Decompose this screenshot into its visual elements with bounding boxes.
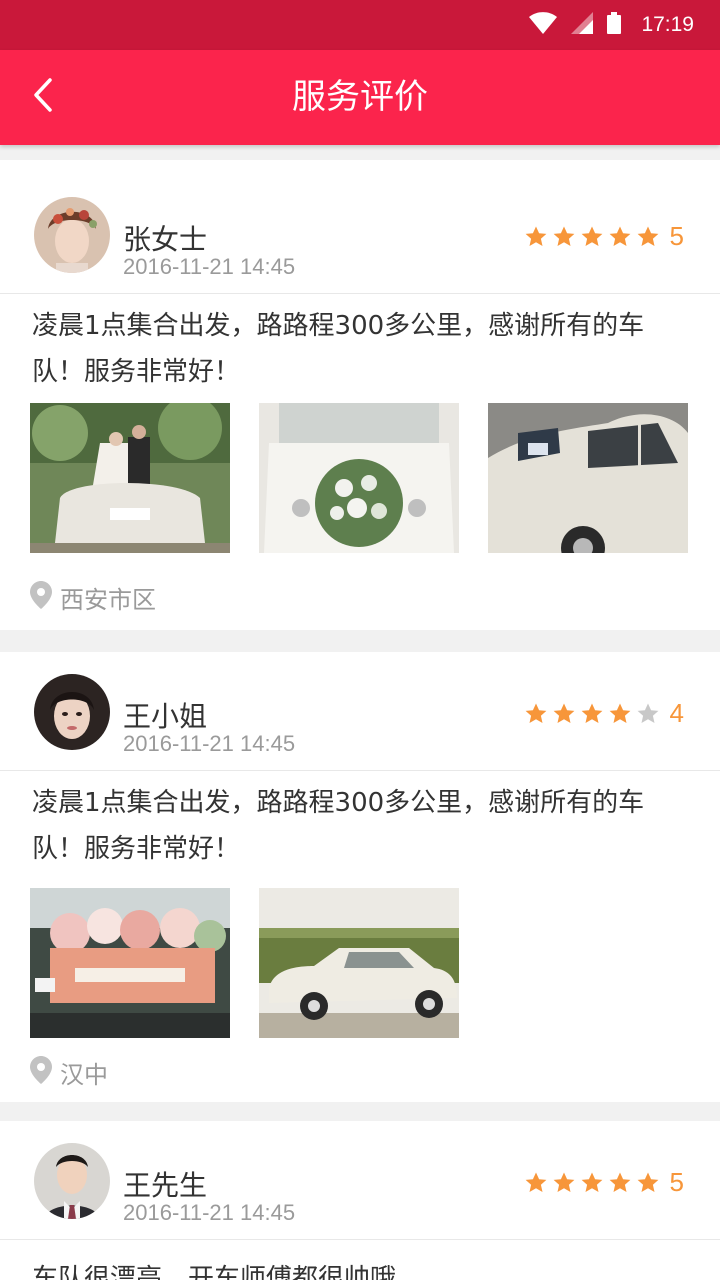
rating-value: 4: [669, 698, 684, 728]
user-name: 张女士: [123, 223, 208, 256]
location-text: 汉中: [60, 1061, 108, 1089]
review-time: 2016-11-21 14:45: [123, 1200, 296, 1225]
review-photo[interactable]: [259, 888, 459, 1038]
star-filled-icon: [581, 226, 602, 246]
review-header: 张女士 2016-11-21 14:45 5: [0, 160, 720, 294]
rating: 5: [524, 1167, 684, 1198]
star-filled-icon: [553, 703, 574, 723]
star-filled-icon: [637, 226, 658, 246]
star-filled-icon: [581, 1172, 602, 1192]
star-empty-icon: [637, 703, 658, 723]
star-filled-icon: [609, 703, 630, 723]
review-photos: [30, 403, 688, 553]
battery-icon: [607, 12, 622, 38]
avatar[interactable]: [34, 674, 110, 750]
review-text: 凌晨1点集合出发，路路程300多公里，感谢所有的车队！服务非常好！: [32, 788, 645, 864]
user-name: 王先生: [123, 1169, 208, 1202]
rating: 4: [524, 698, 684, 729]
star-filled-icon: [581, 703, 602, 723]
star-filled-icon: [553, 1172, 574, 1192]
status-bar: 17:19: [0, 0, 720, 50]
rating: 5: [524, 221, 684, 252]
wifi-icon: [529, 12, 558, 38]
star-filled-icon: [525, 226, 546, 246]
rating-stars: [524, 1171, 664, 1195]
status-time: 17:19: [641, 13, 694, 36]
rating-value: 5: [669, 221, 684, 251]
review-location: 西安市区: [30, 580, 156, 615]
star-filled-icon: [609, 1172, 630, 1192]
review-photo[interactable]: [259, 403, 459, 553]
location-pin-icon: [30, 1055, 52, 1090]
review-card: 张女士 2016-11-21 14:45 5 凌晨1点集合出发，路路程300多公…: [0, 160, 720, 630]
review-header: 王先生 2016-11-21 14:45 5: [0, 1121, 720, 1240]
back-button[interactable]: [18, 72, 68, 122]
star-filled-icon: [609, 226, 630, 246]
review-list[interactable]: 张女士 2016-11-21 14:45 5 凌晨1点集合出发，路路程300多公…: [0, 145, 720, 1280]
review-text: 凌晨1点集合出发，路路程300多公里，感谢所有的车队！服务非常好！: [32, 311, 645, 387]
avatar[interactable]: [34, 197, 110, 273]
user-name: 王小姐: [123, 700, 208, 733]
chevron-left-icon: [31, 77, 55, 117]
location-pin-icon: [30, 580, 52, 615]
review-card: 王先生 2016-11-21 14:45 5 车队很漂亮，开车师傅都很帅哦: [0, 1121, 720, 1280]
rating-value: 5: [669, 1167, 684, 1197]
review-photo[interactable]: [30, 888, 230, 1038]
avatar[interactable]: [34, 1143, 110, 1219]
star-filled-icon: [525, 703, 546, 723]
review-time: 2016-11-21 14:45: [123, 731, 296, 756]
star-filled-icon: [553, 226, 574, 246]
star-filled-icon: [637, 1172, 658, 1192]
rating-stars: [524, 225, 664, 249]
rating-stars: [524, 702, 664, 726]
review-text: 车队很漂亮，开车师傅都很帅哦: [32, 1264, 397, 1280]
review-card: 王小姐 2016-11-21 14:45 4 凌晨1点集合出发，路路程300多公…: [0, 652, 720, 1102]
app-bar: 服务评价: [0, 50, 720, 145]
page-title: 服务评价: [292, 77, 428, 117]
location-text: 西安市区: [60, 586, 156, 614]
review-header: 王小姐 2016-11-21 14:45 4: [0, 652, 720, 771]
review-photo[interactable]: [488, 403, 688, 553]
review-photo[interactable]: [30, 403, 230, 553]
review-time: 2016-11-21 14:45: [123, 254, 296, 279]
review-location: 汉中: [30, 1055, 108, 1090]
star-filled-icon: [525, 1172, 546, 1192]
review-photos: [30, 888, 459, 1038]
signal-icon: [571, 12, 594, 38]
